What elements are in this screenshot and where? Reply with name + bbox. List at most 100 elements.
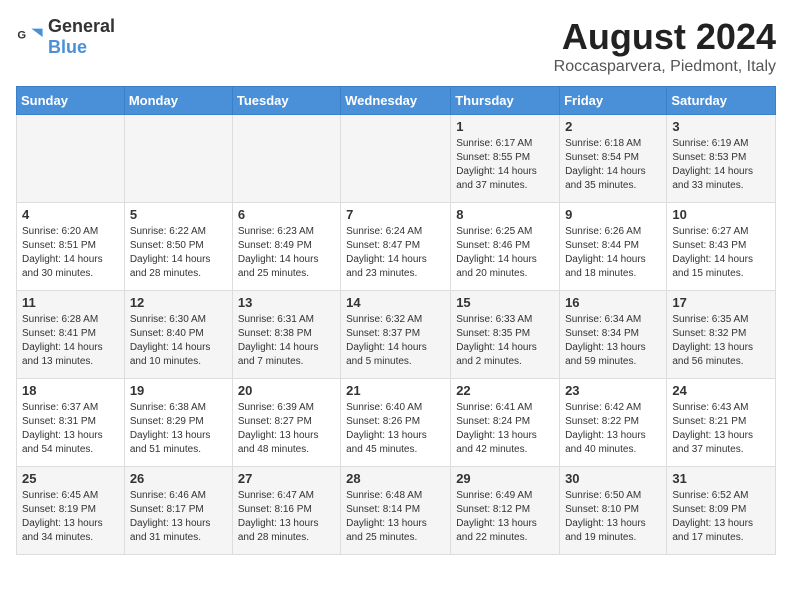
- title-area: August 2024 Roccasparvera, Piedmont, Ita…: [554, 16, 776, 76]
- day-number: 25: [22, 471, 119, 486]
- calendar-cell-week3-day0: 11 Sunrise: 6:28 AM Sunset: 8:41 PM Dayli…: [17, 291, 125, 379]
- day-number: 3: [672, 119, 770, 134]
- calendar-cell-week1-day6: 3Sunrise: 6:19 AM Sunset: 8:53 PM Daylig…: [667, 115, 776, 203]
- day-number: 14: [346, 295, 445, 310]
- calendar-cell-week1-day0: [17, 115, 125, 203]
- calendar-cell-week5-day3: 28 Sunrise: 6:48 AM Sunset: 8:14 PM Dayli…: [341, 467, 451, 555]
- day-info: Sunrise: 6:40 AM Sunset: 8:26 PM Dayligh…: [346, 401, 445, 457]
- weekday-header-wednesday: Wednesday: [341, 87, 451, 115]
- calendar-cell-week3-day1: 12 Sunrise: 6:30 AM Sunset: 8:40 PM Dayli…: [124, 291, 232, 379]
- calendar-cell-week3-day4: 15 Sunrise: 6:33 AM Sunset: 8:35 PM Dayli…: [451, 291, 560, 379]
- day-number: 30: [565, 471, 661, 486]
- day-number: 8: [456, 207, 554, 222]
- day-number: 12: [130, 295, 227, 310]
- day-number: 26: [130, 471, 227, 486]
- logo: G General Blue: [16, 16, 115, 58]
- weekday-header-thursday: Thursday: [451, 87, 560, 115]
- calendar-cell-week5-day5: 30 Sunrise: 6:50 AM Sunset: 8:10 PM Dayli…: [560, 467, 667, 555]
- calendar-cell-week4-day1: 19 Sunrise: 6:38 AM Sunset: 8:29 PM Dayli…: [124, 379, 232, 467]
- day-info: Sunrise: 6:31 AM Sunset: 8:38 PM Dayligh…: [238, 313, 335, 369]
- day-number: 24: [672, 383, 770, 398]
- day-info: Sunrise: 6:43 AM Sunset: 8:21 PM Dayligh…: [672, 401, 770, 457]
- weekday-header-friday: Friday: [560, 87, 667, 115]
- day-number: 18: [22, 383, 119, 398]
- day-info: Sunrise: 6:33 AM Sunset: 8:35 PM Dayligh…: [456, 313, 554, 369]
- day-number: 6: [238, 207, 335, 222]
- day-number: 19: [130, 383, 227, 398]
- day-info: Sunrise: 6:34 AM Sunset: 8:34 PM Dayligh…: [565, 313, 661, 369]
- day-number: 23: [565, 383, 661, 398]
- day-number: 9: [565, 207, 661, 222]
- day-number: 17: [672, 295, 770, 310]
- day-number: 7: [346, 207, 445, 222]
- day-info: Sunrise: 6:17 AM Sunset: 8:55 PM Dayligh…: [456, 137, 554, 193]
- day-number: 5: [130, 207, 227, 222]
- day-number: 16: [565, 295, 661, 310]
- day-info: Sunrise: 6:23 AM Sunset: 8:49 PM Dayligh…: [238, 225, 335, 281]
- calendar-cell-week5-day6: 31Sunrise: 6:52 AM Sunset: 8:09 PM Dayli…: [667, 467, 776, 555]
- day-info: Sunrise: 6:47 AM Sunset: 8:16 PM Dayligh…: [238, 489, 335, 545]
- calendar-cell-week2-day6: 10Sunrise: 6:27 AM Sunset: 8:43 PM Dayli…: [667, 203, 776, 291]
- day-info: Sunrise: 6:50 AM Sunset: 8:10 PM Dayligh…: [565, 489, 661, 545]
- weekday-header-sunday: Sunday: [17, 87, 125, 115]
- calendar-week-1: 1 Sunrise: 6:17 AM Sunset: 8:55 PM Daylig…: [17, 115, 776, 203]
- calendar-cell-week4-day2: 20 Sunrise: 6:39 AM Sunset: 8:27 PM Dayli…: [232, 379, 340, 467]
- calendar-cell-week4-day6: 24 Sunrise: 6:43 AM Sunset: 8:21 PM Dayli…: [667, 379, 776, 467]
- day-info: Sunrise: 6:39 AM Sunset: 8:27 PM Dayligh…: [238, 401, 335, 457]
- day-number: 27: [238, 471, 335, 486]
- weekday-header-monday: Monday: [124, 87, 232, 115]
- day-number: 13: [238, 295, 335, 310]
- day-number: 20: [238, 383, 335, 398]
- calendar-cell-week5-day1: 26 Sunrise: 6:46 AM Sunset: 8:17 PM Dayli…: [124, 467, 232, 555]
- calendar-cell-week5-day4: 29 Sunrise: 6:49 AM Sunset: 8:12 PM Dayli…: [451, 467, 560, 555]
- page-header: G General Blue August 2024 Roccasparvera…: [16, 16, 776, 76]
- calendar-cell-week3-day3: 14 Sunrise: 6:32 AM Sunset: 8:37 PM Dayli…: [341, 291, 451, 379]
- day-number: 22: [456, 383, 554, 398]
- day-info: Sunrise: 6:35 AM Sunset: 8:32 PM Dayligh…: [672, 313, 770, 369]
- calendar-cell-week3-day6: 17 Sunrise: 6:35 AM Sunset: 8:32 PM Dayli…: [667, 291, 776, 379]
- calendar-header: SundayMondayTuesdayWednesdayThursdayFrid…: [17, 87, 776, 115]
- calendar-week-5: 25Sunrise: 6:45 AM Sunset: 8:19 PM Dayli…: [17, 467, 776, 555]
- calendar-cell-week3-day2: 13 Sunrise: 6:31 AM Sunset: 8:38 PM Dayli…: [232, 291, 340, 379]
- day-number: 15: [456, 295, 554, 310]
- location-title: Roccasparvera, Piedmont, Italy: [554, 58, 776, 76]
- weekday-header-saturday: Saturday: [667, 87, 776, 115]
- day-number: 28: [346, 471, 445, 486]
- day-number: 29: [456, 471, 554, 486]
- calendar-cell-week4-day0: 18 Sunrise: 6:37 AM Sunset: 8:31 PM Dayli…: [17, 379, 125, 467]
- day-number: 4: [22, 207, 119, 222]
- day-info: Sunrise: 6:20 AM Sunset: 8:51 PM Dayligh…: [22, 225, 119, 281]
- calendar-cell-week4-day3: 21Sunrise: 6:40 AM Sunset: 8:26 PM Dayli…: [341, 379, 451, 467]
- calendar-week-2: 4 Sunrise: 6:20 AM Sunset: 8:51 PM Daylig…: [17, 203, 776, 291]
- day-info: Sunrise: 6:30 AM Sunset: 8:40 PM Dayligh…: [130, 313, 227, 369]
- calendar-cell-week1-day5: 2Sunrise: 6:18 AM Sunset: 8:54 PM Daylig…: [560, 115, 667, 203]
- month-title: August 2024: [554, 16, 776, 58]
- day-info: Sunrise: 6:24 AM Sunset: 8:47 PM Dayligh…: [346, 225, 445, 281]
- day-number: 1: [456, 119, 554, 134]
- day-info: Sunrise: 6:28 AM Sunset: 8:41 PM Dayligh…: [22, 313, 119, 369]
- day-info: Sunrise: 6:22 AM Sunset: 8:50 PM Dayligh…: [130, 225, 227, 281]
- day-info: Sunrise: 6:37 AM Sunset: 8:31 PM Dayligh…: [22, 401, 119, 457]
- day-info: Sunrise: 6:26 AM Sunset: 8:44 PM Dayligh…: [565, 225, 661, 281]
- day-info: Sunrise: 6:38 AM Sunset: 8:29 PM Dayligh…: [130, 401, 227, 457]
- calendar-cell-week1-day2: [232, 115, 340, 203]
- calendar-cell-week2-day0: 4 Sunrise: 6:20 AM Sunset: 8:51 PM Daylig…: [17, 203, 125, 291]
- calendar-cell-week2-day3: 7 Sunrise: 6:24 AM Sunset: 8:47 PM Daylig…: [341, 203, 451, 291]
- day-number: 2: [565, 119, 661, 134]
- day-info: Sunrise: 6:52 AM Sunset: 8:09 PM Dayligh…: [672, 489, 770, 545]
- day-number: 10: [672, 207, 770, 222]
- day-info: Sunrise: 6:46 AM Sunset: 8:17 PM Dayligh…: [130, 489, 227, 545]
- day-info: Sunrise: 6:42 AM Sunset: 8:22 PM Dayligh…: [565, 401, 661, 457]
- weekday-header-tuesday: Tuesday: [232, 87, 340, 115]
- day-info: Sunrise: 6:48 AM Sunset: 8:14 PM Dayligh…: [346, 489, 445, 545]
- calendar-cell-week1-day1: [124, 115, 232, 203]
- day-info: Sunrise: 6:32 AM Sunset: 8:37 PM Dayligh…: [346, 313, 445, 369]
- day-info: Sunrise: 6:49 AM Sunset: 8:12 PM Dayligh…: [456, 489, 554, 545]
- calendar-cell-week2-day4: 8Sunrise: 6:25 AM Sunset: 8:46 PM Daylig…: [451, 203, 560, 291]
- day-number: 11: [22, 295, 119, 310]
- calendar-cell-week5-day2: 27 Sunrise: 6:47 AM Sunset: 8:16 PM Dayli…: [232, 467, 340, 555]
- calendar-cell-week1-day4: 1 Sunrise: 6:17 AM Sunset: 8:55 PM Daylig…: [451, 115, 560, 203]
- weekday-header-row: SundayMondayTuesdayWednesdayThursdayFrid…: [17, 87, 776, 115]
- logo-icon: G: [16, 23, 44, 51]
- calendar-cell-week3-day5: 16 Sunrise: 6:34 AM Sunset: 8:34 PM Dayli…: [560, 291, 667, 379]
